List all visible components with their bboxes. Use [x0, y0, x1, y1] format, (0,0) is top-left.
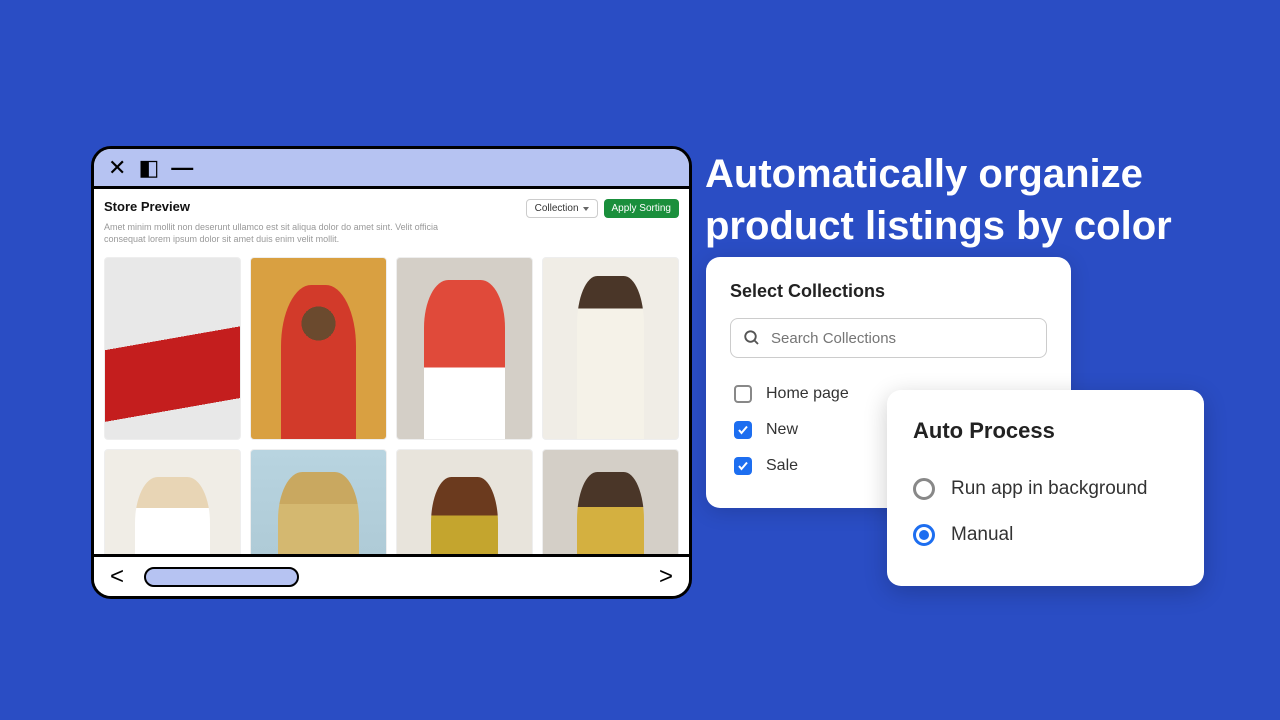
product-card[interactable] — [396, 449, 533, 554]
search-collections-input[interactable] — [730, 318, 1047, 358]
product-grid — [104, 257, 679, 554]
store-description: Amet minim mollit non deserunt ullamco e… — [104, 222, 464, 245]
headline: Automatically organize product listings … — [705, 148, 1235, 252]
product-card[interactable] — [250, 257, 387, 440]
search-icon — [743, 329, 761, 347]
collection-dropdown-label: Collection — [535, 203, 579, 214]
product-card[interactable] — [250, 449, 387, 554]
collection-item-label: Sale — [766, 457, 798, 475]
nav-forward-icon[interactable]: > — [659, 563, 673, 591]
radio-unselected-icon[interactable] — [913, 478, 935, 500]
auto-process-title: Auto Process — [913, 418, 1178, 444]
select-collections-title: Select Collections — [730, 281, 1047, 302]
minimize-icon[interactable]: — — [171, 157, 193, 179]
collection-item-label: Home page — [766, 385, 849, 403]
chevron-down-icon — [583, 207, 589, 211]
maximize-icon[interactable]: ◧ — [138, 157, 159, 179]
browser-window: ✕ ◧ — Store Preview Collection Apply Sor… — [91, 146, 692, 599]
scrollbar-thumb[interactable] — [144, 567, 299, 587]
radio-label: Manual — [951, 524, 1013, 546]
product-card[interactable] — [104, 257, 241, 440]
collection-dropdown[interactable]: Collection — [526, 199, 598, 218]
close-icon[interactable]: ✕ — [108, 157, 126, 179]
auto-process-panel: Auto Process Run app in background Manua… — [887, 390, 1204, 586]
auto-process-option-background[interactable]: Run app in background — [913, 466, 1178, 512]
browser-titlebar: ✕ ◧ — — [94, 149, 689, 189]
product-card[interactable] — [542, 449, 679, 554]
store-preview-title: Store Preview — [104, 199, 190, 214]
checkbox-unchecked-icon[interactable] — [734, 385, 752, 403]
nav-back-icon[interactable]: < — [110, 563, 124, 591]
browser-content: Store Preview Collection Apply Sorting A… — [94, 189, 689, 554]
browser-footer: < > — [94, 554, 689, 596]
radio-selected-icon[interactable] — [913, 524, 935, 546]
apply-sorting-button[interactable]: Apply Sorting — [604, 199, 679, 218]
search-collections-field[interactable] — [771, 330, 1034, 347]
collection-item-label: New — [766, 421, 798, 439]
product-card[interactable] — [542, 257, 679, 440]
auto-process-option-manual[interactable]: Manual — [913, 512, 1178, 558]
checkbox-checked-icon[interactable] — [734, 457, 752, 475]
radio-label: Run app in background — [951, 478, 1147, 500]
product-card[interactable] — [104, 449, 241, 554]
product-card[interactable] — [396, 257, 533, 440]
checkbox-checked-icon[interactable] — [734, 421, 752, 439]
